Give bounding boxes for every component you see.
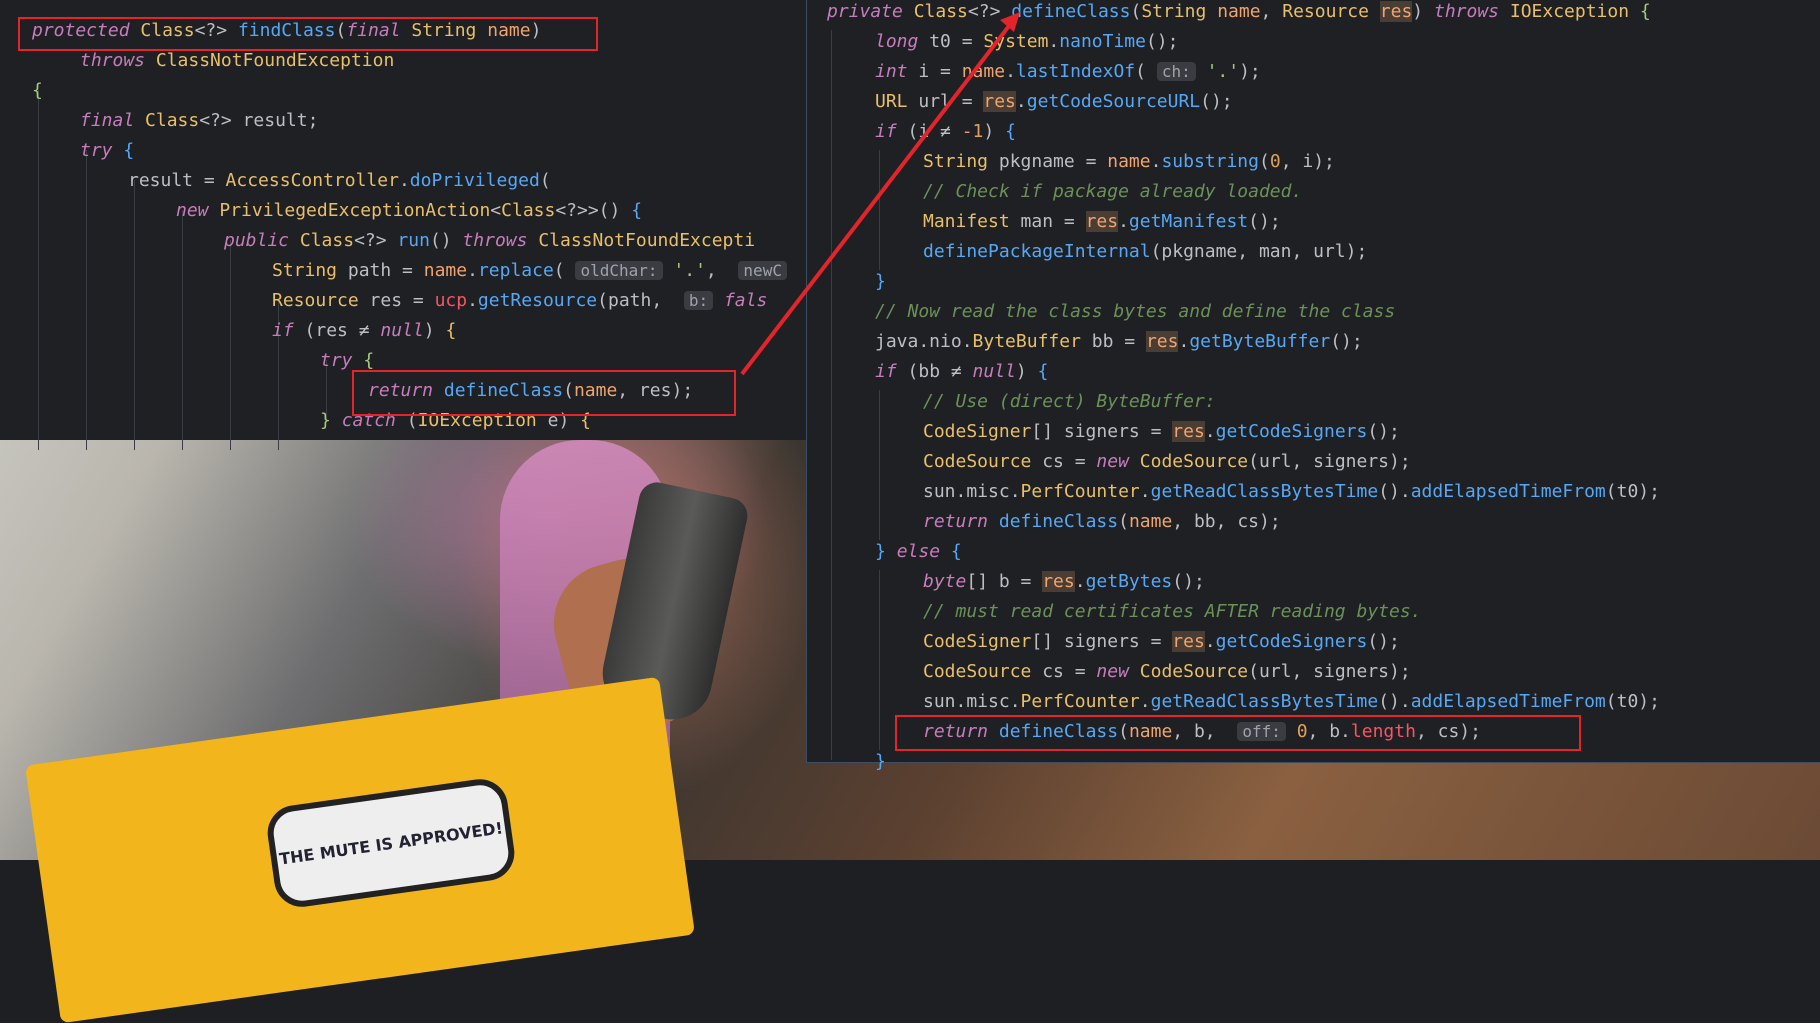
call-arrow — [740, 12, 1020, 376]
